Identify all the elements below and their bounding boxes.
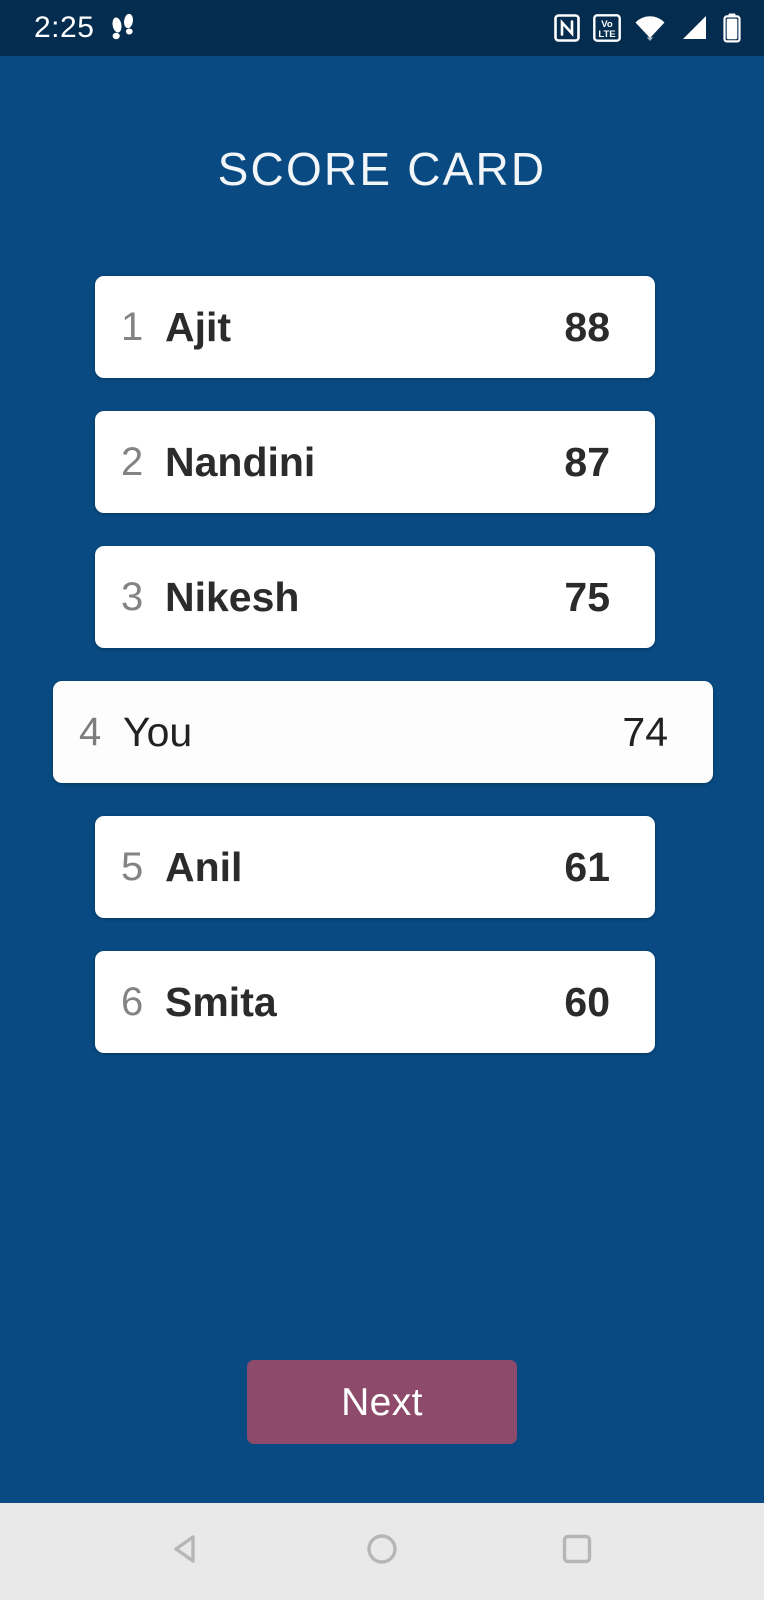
row-rank: 5 <box>121 845 144 889</box>
cellular-signal-icon <box>679 14 709 42</box>
table-row[interactable]: 6 Smita 60 <box>95 951 655 1053</box>
row-score: 88 <box>564 303 610 350</box>
row-rank: 6 <box>121 980 144 1024</box>
phone-screen: 2:25 Vo LTE SCORE CARD 1 Ajit 88 2 Nandi… <box>0 0 764 1600</box>
nfc-icon <box>554 14 580 42</box>
table-row[interactable]: 2 Nandini 87 <box>95 411 655 513</box>
row-player-name: Ajit <box>165 303 232 350</box>
status-bar: 2:25 Vo LTE <box>0 0 764 56</box>
android-nav-bar <box>0 1503 764 1600</box>
row-player-name: You <box>123 708 193 755</box>
scoreboard-list: 1 Ajit 88 2 Nandini 87 3 Nikesh 75 4 You… <box>0 276 764 1086</box>
row-rank: 2 <box>121 440 144 484</box>
footer-actions: Next <box>0 1360 764 1444</box>
row-score: 75 <box>564 573 610 620</box>
svg-text:LTE: LTE <box>598 29 615 40</box>
row-rank: 4 <box>79 710 102 754</box>
row-rank: 3 <box>121 575 144 619</box>
table-row-current-user[interactable]: 4 You 74 <box>53 681 713 783</box>
row-player-name: Nandini <box>165 438 316 485</box>
status-clock: 2:25 <box>34 11 95 44</box>
row-player-name: Smita <box>165 978 277 1025</box>
table-row[interactable]: 3 Nikesh 75 <box>95 546 655 648</box>
row-score: 74 <box>622 708 668 755</box>
wifi-icon <box>634 14 666 42</box>
battery-icon <box>722 13 742 43</box>
status-bar-right: Vo LTE <box>554 13 742 43</box>
nav-home-button[interactable] <box>347 1517 417 1587</box>
volte-icon: Vo LTE <box>593 14 621 42</box>
footsteps-icon <box>110 13 136 43</box>
table-row[interactable]: 1 Ajit 88 <box>95 276 655 378</box>
row-rank: 1 <box>121 305 144 349</box>
row-score: 61 <box>564 843 610 890</box>
page-title: SCORE CARD <box>217 143 547 195</box>
next-button[interactable]: Next <box>247 1360 517 1444</box>
recents-square-icon <box>555 1527 599 1576</box>
home-circle-icon <box>360 1527 404 1576</box>
status-bar-left: 2:25 <box>34 13 136 43</box>
nav-back-button[interactable] <box>152 1517 222 1587</box>
row-player-name: Nikesh <box>165 573 300 620</box>
row-score: 60 <box>564 978 610 1025</box>
row-player-name: Anil <box>165 843 243 890</box>
back-triangle-icon <box>165 1527 209 1576</box>
app-content: SCORE CARD 1 Ajit 88 2 Nandini 87 3 Nike… <box>0 56 764 1503</box>
row-score: 87 <box>564 438 610 485</box>
nav-recents-button[interactable] <box>542 1517 612 1587</box>
table-row[interactable]: 5 Anil 61 <box>95 816 655 918</box>
